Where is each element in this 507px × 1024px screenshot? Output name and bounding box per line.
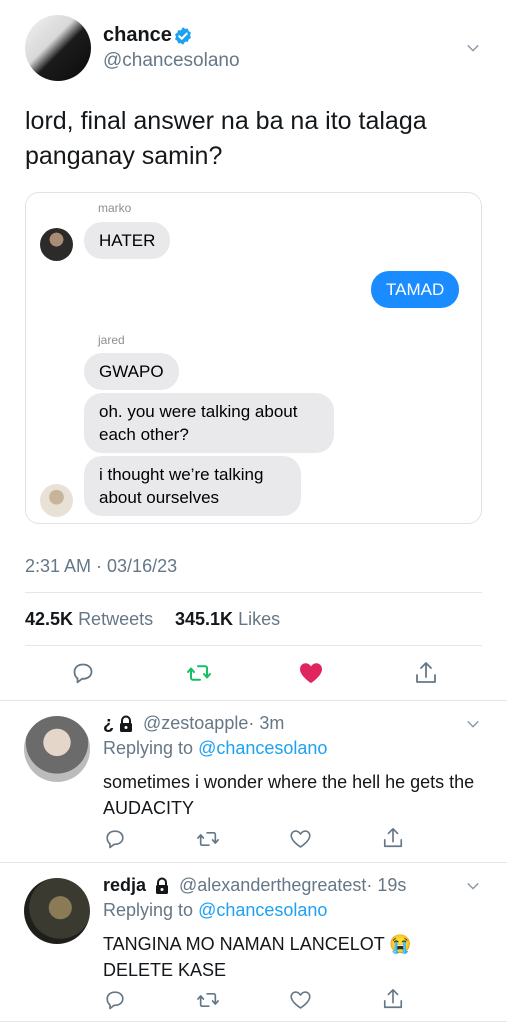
message-bubble: oh. you were talking about each other? (84, 393, 334, 453)
avatar-jared (40, 484, 73, 517)
reply-avatar[interactable] (24, 716, 90, 782)
reply-icon[interactable] (104, 828, 126, 855)
message-bubble: i thought we’re talking about ourselves (84, 456, 301, 516)
reply-handle-text: @alexanderthegreatest (179, 875, 367, 895)
verified-badge-icon (173, 26, 193, 51)
chevron-down-icon[interactable] (466, 717, 480, 736)
reply-time: · 3m (248, 713, 285, 733)
replying-to: Replying to @chancesolano (103, 738, 327, 759)
replying-to-handle[interactable]: @chancesolano (198, 900, 327, 920)
tweet-text: lord, final answer na ba na ito talaga p… (25, 107, 427, 170)
share-icon[interactable] (382, 826, 404, 855)
chat-image[interactable]: marko HATER TAMAD jared GWAPO oh. you we… (25, 192, 482, 524)
divider (0, 700, 507, 701)
like-icon[interactable] (289, 828, 312, 855)
like-icon[interactable] (298, 661, 324, 690)
reply-icon[interactable] (71, 661, 95, 690)
reply-handle-text: @zestoapple (143, 713, 249, 733)
divider (25, 592, 482, 593)
share-icon[interactable] (382, 987, 404, 1016)
sender-name-jared: jared (98, 333, 125, 347)
divider (25, 645, 482, 646)
reply-name[interactable]: ¿ (103, 713, 114, 734)
replying-to-handle[interactable]: @chancesolano (198, 738, 327, 758)
likes-label: Likes (238, 609, 281, 629)
replying-to: Replying to @chancesolano (103, 900, 327, 921)
likes-count: 345.1K (175, 609, 234, 629)
likes-stat[interactable]: 345.1K Likes (175, 609, 280, 630)
chevron-down-icon[interactable] (466, 41, 480, 60)
replying-to-label: Replying to (103, 738, 194, 758)
share-icon[interactable] (414, 660, 438, 691)
reply-name[interactable]: redja (103, 875, 146, 896)
author-avatar[interactable] (25, 15, 91, 81)
message-bubble: GWAPO (84, 353, 179, 390)
retweet-icon[interactable] (186, 661, 212, 690)
retweet-icon[interactable] (196, 989, 220, 1016)
author-name[interactable]: chance (103, 24, 172, 47)
message-bubble-outgoing: TAMAD (371, 271, 460, 308)
like-icon[interactable] (289, 989, 312, 1016)
chevron-down-icon[interactable] (466, 879, 480, 898)
reply-avatar[interactable] (24, 878, 90, 944)
avatar-marko (40, 228, 73, 261)
sender-name-marko: marko (98, 201, 132, 215)
reply-handle[interactable]: @alexanderthegreatest· 19s (179, 875, 406, 896)
author-handle[interactable]: @chancesolano (103, 50, 240, 72)
divider (0, 1021, 507, 1022)
retweets-label: Retweets (78, 609, 154, 629)
message-bubble: HATER (84, 222, 171, 259)
lock-icon (153, 877, 171, 900)
replying-to-label: Replying to (103, 900, 194, 920)
retweets-count: 42.5K (25, 609, 74, 629)
tweet-timestamp: 2:31 AM · 03/16/23 (25, 556, 178, 576)
retweet-icon[interactable] (196, 828, 220, 855)
lock-icon (117, 715, 135, 738)
reply-handle[interactable]: @zestoapple· 3m (143, 713, 284, 734)
reply-text: sometimes i wonder where the hell he get… (103, 772, 475, 818)
reply-icon[interactable] (104, 989, 126, 1016)
reply-text: TANGINA MO NAMAN LANCELOT 😭 DELETE KASE (103, 934, 412, 980)
retweets-stat[interactable]: 42.5K Retweets (25, 609, 153, 630)
reply-time: · 19s (366, 875, 407, 895)
divider (0, 862, 507, 863)
